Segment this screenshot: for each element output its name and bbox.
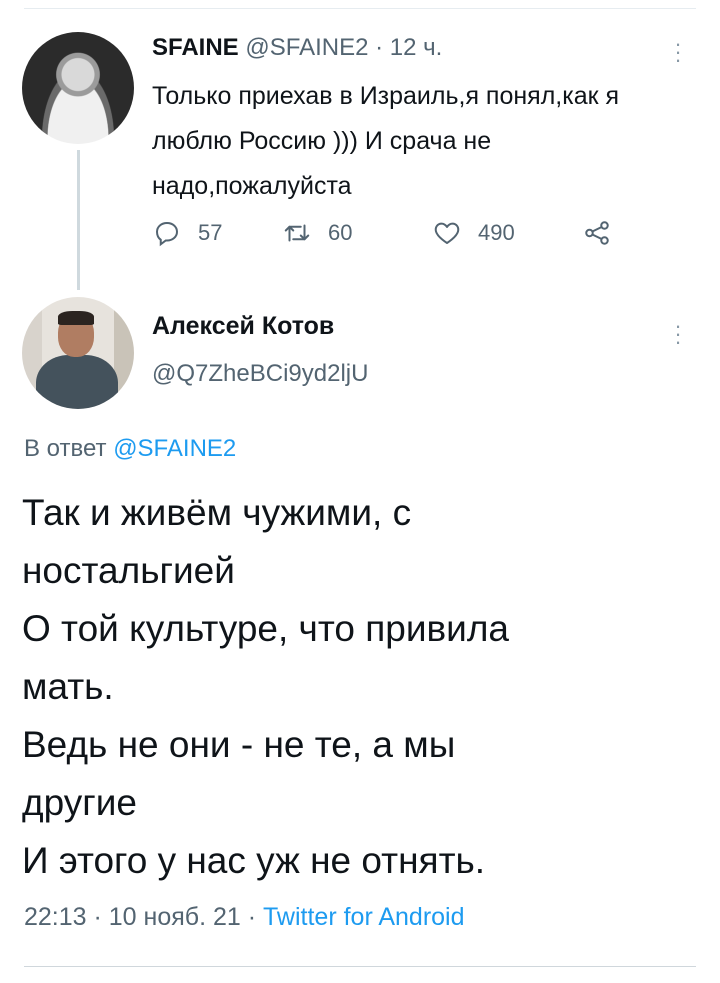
tweet2-timestamp[interactable]: 22:13 · 10 нояб. 21 ·	[24, 903, 256, 931]
tweet2-line: ностальгией	[22, 550, 235, 591]
tweet1-header: SFAINE @SFAINE2 · 12 ч.	[152, 34, 442, 62]
tweet1-text: Только приехав в Израиль,я понял,как я л…	[152, 82, 620, 200]
tweet2-line: Так и живём чужими, с	[22, 492, 412, 533]
reply-button[interactable]: 57	[152, 218, 222, 248]
tweet2-line: Ведь не они - не те, а мы	[22, 724, 456, 765]
avatar-aleksey-kotov[interactable]	[22, 297, 134, 409]
tweet2-handle[interactable]: @Q7ZheBCi9yd2ljU	[152, 360, 368, 388]
share-button[interactable]	[582, 218, 628, 248]
tweet2-text: Так и живём чужими, с ностальгией О той …	[22, 484, 672, 890]
avatar-figure-body	[36, 355, 118, 409]
like-count: 490	[478, 220, 515, 245]
heart-icon	[434, 222, 460, 244]
more-vertical-icon[interactable]: · · ·	[672, 33, 684, 71]
tweet2-line: И этого у нас уж не отнять.	[22, 840, 486, 881]
avatar-sfaine[interactable]	[22, 32, 134, 144]
tweet1-separator: ·	[375, 34, 384, 61]
tweet2-source-app[interactable]: Twitter for Android	[263, 903, 464, 931]
retweet-icon	[284, 224, 310, 242]
like-button[interactable]: 490	[432, 218, 515, 248]
reply-prefix: В ответ	[24, 435, 107, 462]
avatar-figure-hair	[58, 311, 94, 325]
reply-count: 57	[198, 220, 223, 245]
tweet1-handle[interactable]: @SFAINE2	[245, 34, 368, 61]
retweet-button[interactable]: 60	[282, 218, 352, 248]
bottom-divider	[24, 966, 696, 967]
more-vertical-icon[interactable]: · · ·	[672, 315, 684, 353]
tweet2-display-name[interactable]: Алексей Котов	[152, 312, 334, 341]
reply-mention-link[interactable]: @SFAINE2	[113, 435, 236, 462]
tweet1-time[interactable]: 12 ч.	[390, 34, 443, 61]
reply-context: В ответ @SFAINE2	[24, 435, 236, 463]
tweet2-line: О той культуре, что привила	[22, 608, 509, 649]
top-divider	[24, 8, 696, 9]
tweet1-display-name[interactable]: SFAINE	[152, 34, 239, 61]
tweet1-action-bar: 57 60 490	[152, 218, 632, 252]
share-icon	[585, 221, 609, 245]
retweet-count: 60	[328, 220, 353, 245]
tweet2-footer: 22:13 · 10 нояб. 21 · Twitter for Androi…	[24, 903, 465, 932]
tweet2-line: мать.	[22, 666, 114, 707]
reply-icon	[155, 221, 179, 247]
tweet2-line: другие	[22, 782, 137, 823]
thread-connector-line	[77, 150, 80, 290]
